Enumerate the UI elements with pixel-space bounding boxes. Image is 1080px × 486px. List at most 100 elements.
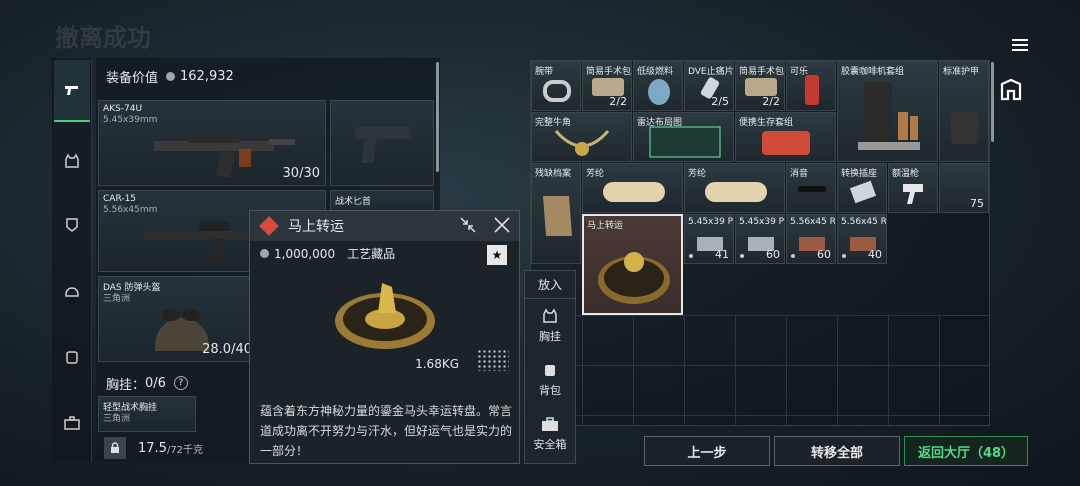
inv-item-label: 5.45x39 PP — [739, 217, 785, 227]
put-into-label: 放入 — [525, 271, 575, 299]
rarity-diamond-icon — [259, 216, 279, 236]
inv-item-body-armor[interactable]: 标准护甲 — [939, 61, 989, 162]
inv-item-ammo-556-1[interactable]: 5.56x45 RE 60 — [786, 214, 836, 264]
coin-icon — [260, 249, 269, 258]
suppressor-icon — [798, 186, 826, 192]
inv-item-horn[interactable]: 完整牛角 — [531, 112, 632, 162]
rifle-icon — [154, 135, 295, 179]
coin-icon — [166, 71, 176, 81]
inv-item-cola[interactable]: 可乐 — [786, 61, 836, 111]
inv-item-count: 40 — [868, 248, 882, 261]
vest-icon — [543, 308, 557, 323]
popup-description: 蕴含着东方神秘力量的鎏金马头幸运转盘。常言道成功离不开努力与汗水，但好运气也是实… — [260, 404, 513, 458]
backpack-label: 背包 — [539, 384, 561, 397]
survival-kit-icon — [762, 131, 810, 155]
inv-item-ammo-545-2[interactable]: 5.45x39 PP 60 — [735, 214, 785, 264]
put-into-vest-button[interactable]: 胸挂 — [525, 299, 575, 353]
inv-item-ammo-556-2[interactable]: 5.56x45 RE 40 — [837, 214, 887, 264]
inv-item-survival-kit[interactable]: 便携生存套组 — [735, 112, 836, 162]
chest-rig-row: 胸挂： 0/6 ? — [96, 372, 246, 394]
exit-icon[interactable] — [999, 78, 1023, 102]
inv-item-armor-durability[interactable]: 75 — [939, 163, 989, 213]
inventory-scrollbar[interactable] — [991, 62, 994, 142]
inv-item-fuel[interactable]: 低级燃料 — [633, 61, 683, 111]
item-detail-popup: 马上转运 1,000,000 工艺藏品 ★ 1.68KG 蕴含着东方神秘力量的鎏… — [249, 210, 520, 464]
back-button[interactable]: 上一步 — [644, 436, 770, 466]
archive-icon — [543, 196, 572, 236]
equipment-value: 162,932 — [180, 68, 234, 84]
inv-item-surgery-kit-2[interactable]: 简易手术包 2/2 — [735, 61, 785, 111]
helmet-durability: 28.0/40 — [202, 342, 252, 357]
popup-category: 工艺藏品 — [347, 247, 396, 261]
menu-icon[interactable] — [1012, 38, 1028, 52]
inv-item-coffee-machine[interactable]: 胶囊咖啡机套组 — [837, 61, 938, 162]
inv-item-thermometer[interactable]: 额温枪 — [888, 163, 938, 213]
adapter-icon — [849, 180, 877, 204]
nav-vest-tab[interactable] — [55, 144, 89, 178]
primary-weapon-slot[interactable]: AKS-74U 5.45x39mm 30/30 — [98, 100, 326, 186]
put-into-safebox-button[interactable]: 安全箱 — [525, 407, 575, 461]
nav-backpack-tab[interactable] — [55, 340, 89, 374]
return-lobby-button[interactable]: 返回大厅（48） — [904, 436, 1028, 466]
pistol-slot[interactable] — [330, 100, 434, 186]
inv-item-label: 残缺档案 — [535, 169, 572, 179]
inv-item-surgery-kit[interactable]: 简易手术包 2/2 — [582, 61, 632, 111]
inv-item-damaged-archive[interactable]: 残缺档案 — [531, 163, 581, 264]
inv-item-suppressor[interactable]: 消音 — [786, 163, 836, 213]
inv-item-lucky-wheel[interactable]: 马上转运 — [582, 214, 683, 315]
knife-name: 战术匕首 — [335, 197, 372, 207]
inv-item-ammo-545-1[interactable]: 5.45x39 PP 41 — [684, 214, 734, 264]
help-icon[interactable]: ? — [173, 376, 188, 390]
body-armor-icon — [951, 112, 979, 144]
chest-item-sub: 三角洲 — [103, 414, 131, 424]
secondary-weapon-name: CAR-15 — [103, 194, 137, 204]
thermometer-gun-icon — [903, 184, 923, 204]
nav-helmet-tab[interactable] — [55, 274, 89, 308]
popup-price: 1,000,000 — [274, 246, 336, 261]
helmet-slot[interactable]: DAS 防弹头盔 三角洲 28.0/40 — [98, 276, 258, 362]
armor-icon — [66, 218, 78, 232]
inv-item-painkiller[interactable]: DVE止痛片 2/5 — [684, 61, 734, 111]
dot-icon — [689, 254, 693, 258]
briefcase-icon — [64, 416, 80, 430]
dot-icon — [842, 254, 846, 258]
popup-header: 马上转运 — [250, 211, 519, 241]
nav-weapon-tab[interactable] — [54, 60, 90, 122]
transfer-all-button[interactable]: 转移全部 — [774, 436, 900, 466]
radar-map-icon — [649, 126, 721, 158]
weight-max: /72千克 — [166, 444, 204, 456]
inv-item-count: 60 — [817, 248, 831, 261]
safebox-icon — [542, 417, 558, 431]
helmet-sub: 三角洲 — [103, 294, 131, 304]
chest-item-slot[interactable]: 轻型战术胸挂 三角洲 — [98, 396, 196, 432]
fabric-roll-icon — [603, 182, 665, 202]
inv-item-label: 5.45x39 PP — [688, 217, 734, 227]
inv-item-label: 5.56x45 RE — [790, 217, 836, 227]
helmet-icon — [65, 287, 79, 297]
put-into-backpack-button[interactable]: 背包 — [525, 353, 575, 407]
favorite-star-button[interactable]: ★ — [487, 245, 507, 265]
left-nav-rail — [52, 58, 92, 462]
equipment-scrollbar[interactable] — [436, 62, 439, 172]
inv-item-wristband[interactable]: 腕带 — [531, 61, 581, 111]
equipment-value-label: 装备价值 — [106, 70, 159, 86]
inv-item-adapter[interactable]: 转换插座 — [837, 163, 887, 213]
inv-item-radar-map[interactable]: 雷达布局图 — [633, 112, 734, 162]
nav-safebox-tab[interactable] — [55, 406, 89, 440]
inv-item-aramid-2[interactable]: 芳纶 — [684, 163, 785, 213]
collapse-icon[interactable] — [459, 216, 477, 234]
close-icon[interactable] — [493, 216, 511, 234]
popup-title: 马上转运 — [288, 219, 344, 235]
vest-label: 胸挂 — [539, 330, 561, 343]
inv-item-aramid-1[interactable]: 芳纶 — [582, 163, 683, 213]
nav-armor-tab[interactable] — [55, 208, 89, 242]
vest-icon — [65, 153, 79, 168]
backpack-icon — [66, 351, 78, 364]
inv-item-count: 2/5 — [711, 95, 729, 108]
lock-icon — [104, 437, 126, 459]
popup-price-row: 1,000,000 工艺藏品 — [260, 245, 395, 262]
popup-weight: 1.68KG — [415, 357, 459, 371]
backpack-icon — [545, 365, 555, 376]
empty-grid-area — [531, 315, 989, 425]
put-into-strip: 放入 胸挂 背包 安全箱 — [524, 270, 576, 464]
